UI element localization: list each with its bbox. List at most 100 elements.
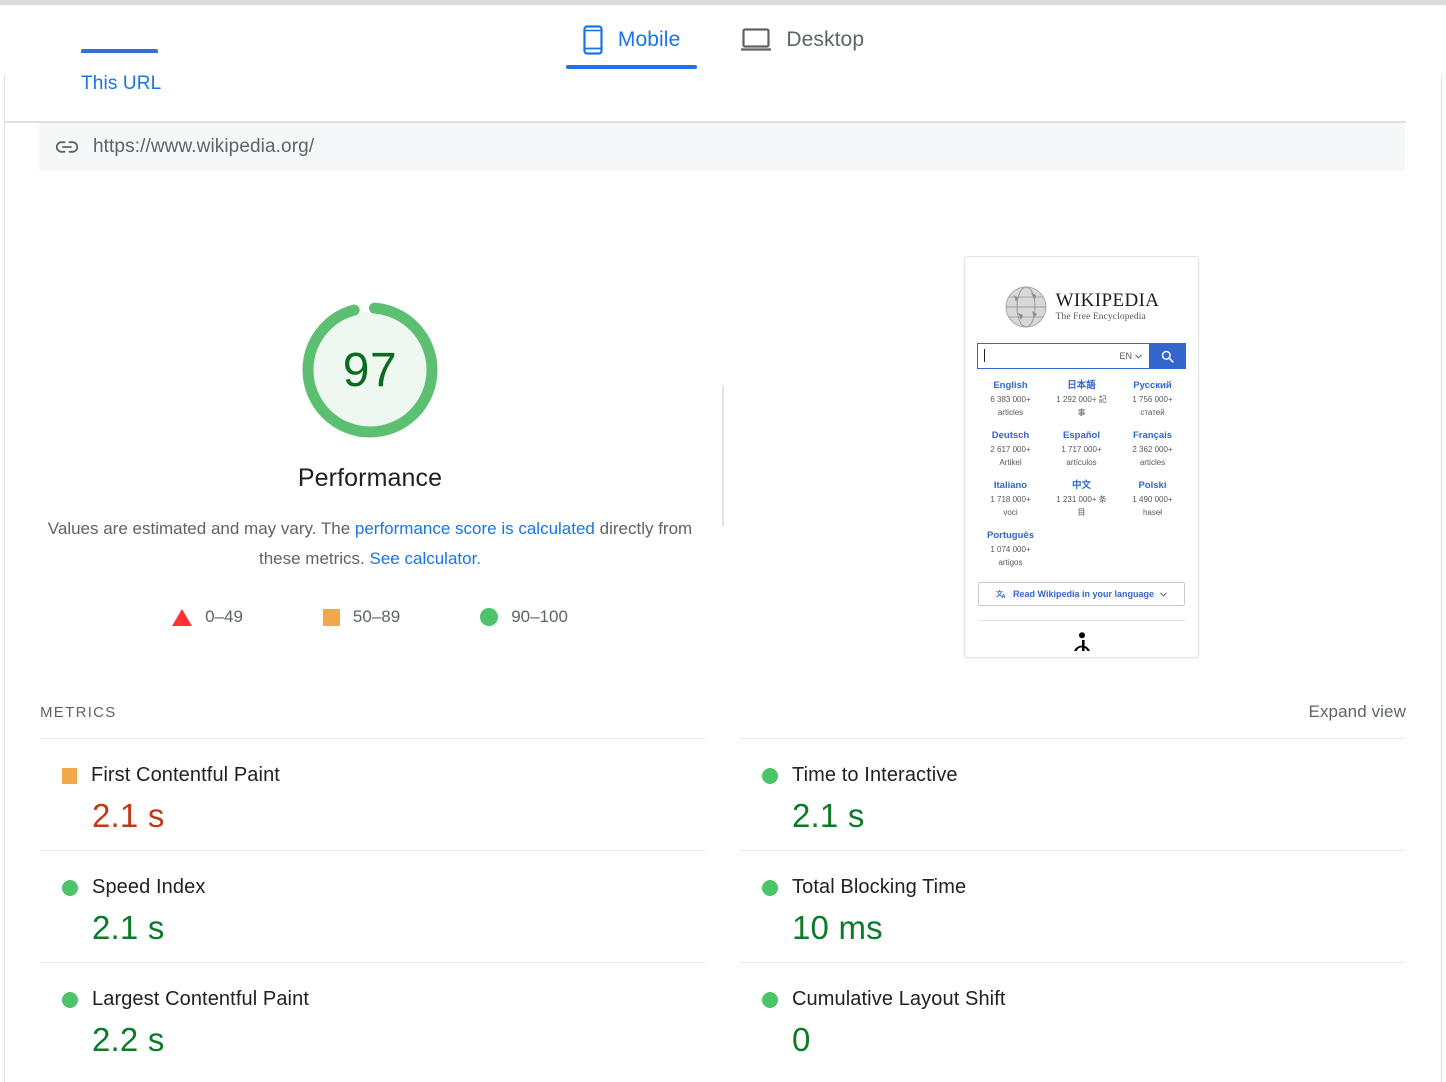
- analyzed-url-text: https://www.wikipedia.org/: [93, 136, 314, 158]
- wikipedia-language-unit: haseł: [1117, 507, 1188, 518]
- metric-header: Time to Interactive: [740, 764, 1405, 787]
- metric-row[interactable]: Total Blocking Time10 ms: [740, 850, 1405, 962]
- performance-score-calculated-link[interactable]: performance score is calculated: [355, 519, 595, 538]
- wikipedia-language-unit: articles: [975, 407, 1046, 418]
- performance-score-panel: 97 Performance Values are estimated and …: [40, 240, 700, 627]
- expand-view-button[interactable]: Expand view: [1309, 702, 1407, 722]
- wikipedia-language-item[interactable]: Italiano1 718 000+voci: [975, 480, 1046, 518]
- wikipedia-language-item[interactable]: Deutsch 2 617 000+ Artikel: [975, 430, 1046, 468]
- legend-label-poor: 0–49: [205, 607, 243, 627]
- wikipedia-language-item[interactable]: Polski1 490 000+haseł: [1117, 480, 1188, 518]
- metric-value: 2.1 s: [40, 797, 705, 835]
- tab-this-url-active-indicator: [81, 49, 158, 53]
- wikipedia-language-item[interactable]: Español1 717 000+artículos: [1046, 430, 1117, 468]
- wikipedia-language-count: 1 292 000+ 記: [1046, 394, 1117, 405]
- metrics-grid: First Contentful Paint 2.1 s Speed Index2.…: [40, 738, 1406, 1074]
- metrics-column-right: Time to Interactive 2.1 s Total Blocking T…: [740, 738, 1405, 1074]
- legend-label-average: 50–89: [353, 607, 400, 627]
- tab-mobile-label: Mobile: [618, 28, 680, 52]
- tab-this-url[interactable]: This URL: [81, 68, 161, 125]
- wikipedia-subtitle: The Free Encyclopedia: [1056, 313, 1160, 323]
- device-tab-bar: Mobile Desktop: [0, 14, 1446, 72]
- metric-value: 0: [740, 1021, 1405, 1059]
- wikipedia-title: WIKIPEDIA: [1056, 291, 1160, 310]
- metric-name: Total Blocking Time: [792, 876, 966, 899]
- legend-label-good: 90–100: [511, 607, 568, 627]
- wikipedia-language-item[interactable]: 日本語1 292 000+ 記事: [1046, 380, 1117, 418]
- circle-icon: [762, 992, 778, 1008]
- wikipedia-language-unit: статей: [1117, 407, 1188, 418]
- circle-icon: [62, 992, 78, 1008]
- metric-name: Cumulative Layout Shift: [792, 988, 1006, 1011]
- wikipedia-language-item[interactable]: Русский1 756 000+статей: [1117, 380, 1188, 418]
- wikipedia-language-unit: Artikel: [975, 457, 1046, 468]
- link-icon: [56, 139, 78, 155]
- wikipedia-language-name: Italiano: [975, 480, 1046, 492]
- wikipedia-language-count: 1 074 000+: [975, 544, 1046, 555]
- metric-row[interactable]: First Contentful Paint 2.1 s: [40, 738, 705, 850]
- panel-vertical-divider: [722, 385, 724, 526]
- triangle-icon: [172, 609, 192, 626]
- square-icon: [323, 609, 340, 626]
- metric-row[interactable]: Largest Contentful Paint 2.2 s: [40, 962, 705, 1074]
- wikipedia-language-value: EN: [1119, 351, 1132, 361]
- score-legend: 0–49 50–89 90–100: [40, 607, 700, 627]
- metric-header: Largest Contentful Paint: [40, 988, 705, 1011]
- translate-icon: 文 A: [996, 589, 1007, 599]
- content-left-border: [4, 75, 5, 1082]
- metric-row[interactable]: Time to Interactive 2.1 s: [740, 738, 1405, 850]
- wikipedia-language-count: 2 362 000+: [1117, 444, 1188, 455]
- chevron-down-icon: [1160, 592, 1167, 597]
- circle-icon: [762, 880, 778, 896]
- chevron-down-icon: [1135, 354, 1142, 359]
- performance-gauge: 97: [300, 300, 440, 440]
- circle-icon: [480, 608, 498, 626]
- metrics-header: METRICS Expand view: [40, 702, 1406, 722]
- metric-value: 2.2 s: [40, 1021, 705, 1059]
- wikipedia-header: WIKIPEDIA The Free Encyclopedia: [965, 285, 1198, 329]
- see-calculator-link[interactable]: See calculator.: [370, 549, 482, 568]
- wikipedia-language-count: 1 718 000+: [975, 494, 1046, 505]
- wikipedia-language-item[interactable]: Português1 074 000+artigos: [975, 530, 1046, 568]
- wikipedia-language-count: 2 617 000+: [975, 444, 1046, 455]
- read-wikipedia-in-your-language-button[interactable]: 文 A Read Wikipedia in your language: [978, 582, 1185, 606]
- description-text-1: Values are estimated and may vary. The: [48, 519, 355, 538]
- wikipedia-search-input[interactable]: EN: [978, 344, 1149, 368]
- metrics-section-label: METRICS: [40, 704, 117, 721]
- wikipedia-language-select[interactable]: EN: [1119, 351, 1142, 361]
- performance-label: Performance: [40, 464, 700, 493]
- wikipedia-language-item[interactable]: 中文1 231 000+ 条目: [1046, 480, 1117, 518]
- wikipedia-language-unit: articles: [1117, 457, 1188, 468]
- wikipedia-search-bar[interactable]: EN: [977, 343, 1186, 369]
- metric-name: Time to Interactive: [792, 764, 958, 787]
- thumbnail-divider: [978, 620, 1185, 621]
- wikipedia-language-item[interactable]: English6 383 000+articles: [975, 380, 1046, 418]
- performance-gauge-wrap: 97: [40, 300, 700, 440]
- wikipedia-language-name: Français: [1117, 430, 1188, 442]
- circle-icon: [762, 768, 778, 784]
- legend-item-good: 90–100: [480, 607, 568, 627]
- page-screenshot-thumbnail: WIKIPEDIA The Free Encyclopedia EN Engli…: [964, 256, 1199, 658]
- metric-header: Total Blocking Time: [740, 876, 1405, 899]
- metric-value: 2.1 s: [740, 797, 1405, 835]
- wikipedia-language-item[interactable]: Français 2 362 000+ articles: [1117, 430, 1188, 468]
- metric-header: First Contentful Paint: [40, 764, 705, 787]
- tab-desktop-label: Desktop: [786, 28, 864, 52]
- wikipedia-globe-icon: [1004, 285, 1048, 329]
- wikipedia-language-name: 中文: [1046, 480, 1117, 492]
- wikipedia-language-name: Polski: [1117, 480, 1188, 492]
- metric-row[interactable]: Cumulative Layout Shift 0: [740, 962, 1405, 1074]
- magnifier-icon: [1161, 350, 1174, 363]
- wikipedia-search-button[interactable]: [1149, 344, 1185, 368]
- wikipedia-language-name: Deutsch: [975, 430, 1046, 442]
- wikipedia-language-unit: 事: [1046, 407, 1117, 418]
- legend-item-average: 50–89: [323, 607, 400, 627]
- metrics-column-left: First Contentful Paint 2.1 s Speed Index2.…: [40, 738, 705, 1074]
- metric-row[interactable]: Speed Index2.1 s: [40, 850, 705, 962]
- tab-mobile[interactable]: Mobile: [578, 14, 684, 66]
- wikipedia-language-name: English: [975, 380, 1046, 392]
- top-gray-band: [0, 0, 1446, 5]
- tab-desktop[interactable]: Desktop: [736, 14, 868, 66]
- performance-description: Values are estimated and may vary. The p…: [40, 514, 700, 574]
- analyzed-url-bar[interactable]: https://www.wikipedia.org/: [39, 123, 1405, 171]
